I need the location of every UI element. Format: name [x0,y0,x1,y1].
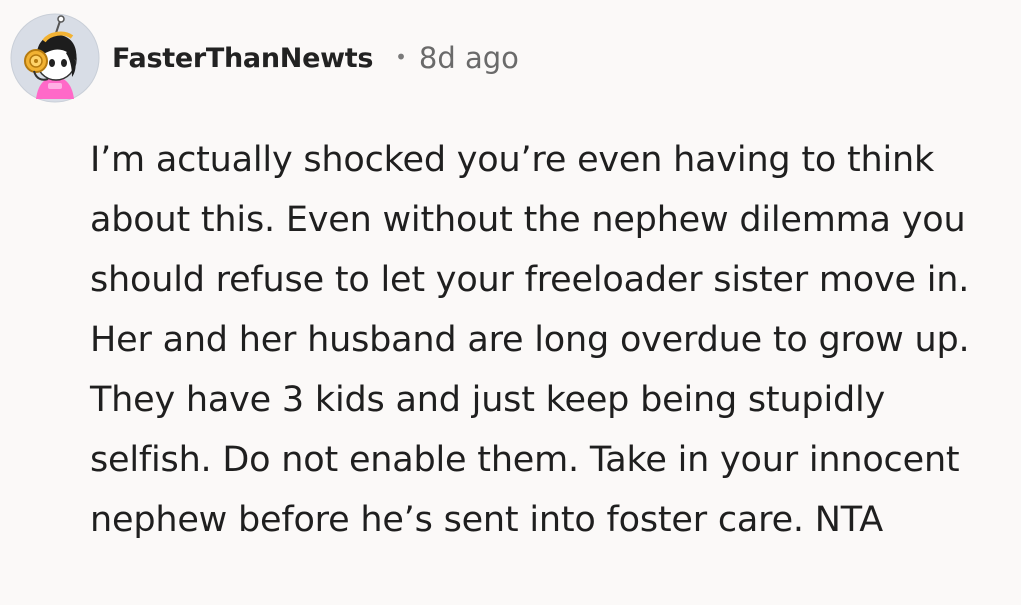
comment-body: I’m actually shocked you’re even having … [90,140,970,540]
comment-timestamp[interactable]: 8d ago [419,41,519,75]
avatar[interactable] [10,13,100,103]
comment-header: FasterThanNewts • 8d ago [10,12,519,104]
comment: FasterThanNewts • 8d ago I’m actually sh… [0,0,1021,605]
meta-separator: • [395,45,407,69]
author-username[interactable]: FasterThanNewts [112,43,373,74]
avatar-icon [10,13,100,103]
